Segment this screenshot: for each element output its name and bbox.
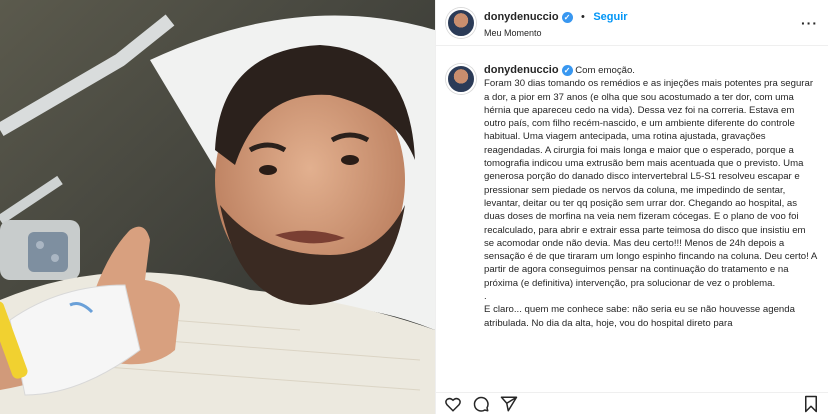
save-icon[interactable] — [802, 395, 820, 413]
caption-first-line: donydenuccio ✓ Com emoção. — [484, 64, 818, 77]
caption-area: donydenuccio ✓ Com emoção. Foram 30 dias… — [436, 46, 828, 392]
avatar[interactable] — [446, 7, 476, 38]
comment-icon[interactable] — [472, 395, 490, 413]
caption-lead: Com emoção. — [575, 65, 635, 76]
post-sidebar: donydenuccio ✓ • Seguir Meu Momento ··· … — [435, 0, 828, 414]
post-header-info: donydenuccio ✓ • Seguir Meu Momento — [484, 6, 628, 39]
share-icon[interactable] — [500, 395, 518, 413]
caption-dot: . — [484, 291, 487, 303]
username-text: donydenuccio — [484, 11, 559, 23]
follow-button[interactable]: Seguir — [593, 11, 627, 23]
action-bar — [436, 392, 828, 414]
post-header: donydenuccio ✓ • Seguir Meu Momento ··· — [436, 0, 828, 46]
heart-icon[interactable] — [444, 395, 462, 413]
caption-paragraph-2: E claro... quem me conhece sabe: não ser… — [484, 304, 795, 329]
post-viewer: donydenuccio ✓ • Seguir Meu Momento ··· … — [0, 0, 828, 414]
more-options-icon[interactable]: ··· — [801, 15, 818, 31]
separator-dot: • — [581, 11, 585, 23]
post-photo-image — [0, 0, 435, 414]
location-link[interactable]: Meu Momento — [484, 28, 628, 39]
caption-avatar[interactable] — [446, 64, 476, 94]
username-link[interactable]: donydenuccio ✓ — [484, 11, 573, 24]
caption-text: donydenuccio ✓ Com emoção. Foram 30 dias… — [484, 64, 818, 392]
post-photo[interactable] — [0, 0, 435, 414]
caption-username-link[interactable]: donydenuccio ✓ — [484, 64, 573, 77]
caption-paragraph-1: Foram 30 dias tomando os remédios e as i… — [484, 78, 817, 289]
verified-badge-icon: ✓ — [561, 12, 573, 24]
caption-username-text: donydenuccio — [484, 64, 559, 76]
verified-badge-icon: ✓ — [561, 65, 573, 77]
